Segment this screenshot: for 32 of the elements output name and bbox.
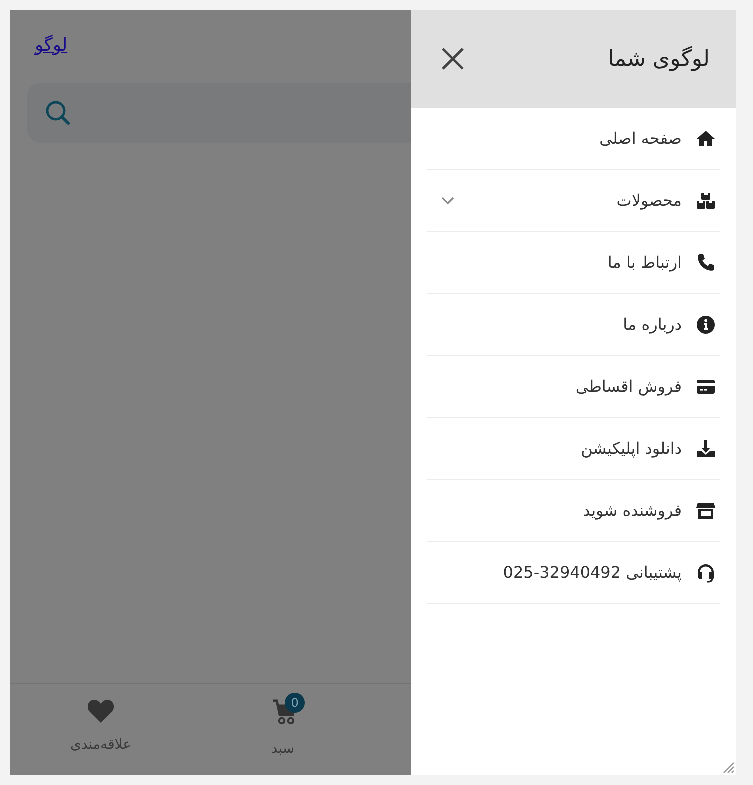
headset-icon <box>696 562 716 582</box>
menu-item-label: دانلود اپلیکیشن <box>581 438 682 460</box>
menu-item-label: فروش اقساطی <box>576 376 682 398</box>
cart-count-badge: 0 <box>285 693 305 713</box>
menu-item-label: ارتباط با ما <box>608 252 682 274</box>
boxes-icon <box>696 190 716 210</box>
menu-item[interactable]: صفحه اصلی <box>427 108 720 170</box>
nav-label: علاقه‌مندی <box>70 736 132 755</box>
menu-item[interactable]: محصولات <box>427 170 720 232</box>
menu-item[interactable]: دانلود اپلیکیشن <box>427 418 720 480</box>
resize-grip-icon[interactable] <box>721 760 735 774</box>
menu-item[interactable]: ارتباط با ما <box>427 232 720 294</box>
drawer-title: لوگوی شما <box>608 45 710 74</box>
info-icon <box>696 314 716 334</box>
menu-item[interactable]: فروش اقساطی <box>427 356 720 418</box>
menu-item[interactable]: درباره ما <box>427 294 720 356</box>
chevron-down-icon[interactable] <box>441 196 455 206</box>
search-field[interactable] <box>27 83 411 143</box>
store-icon <box>696 500 716 520</box>
heart-icon <box>87 698 115 724</box>
menu-item[interactable]: فروشنده شوید <box>427 480 720 542</box>
nav-label: سبد <box>271 740 295 759</box>
menu-item-label: فروشنده شوید <box>583 500 682 522</box>
close-icon[interactable] <box>441 47 465 71</box>
menu-item-label: درباره ما <box>623 314 682 336</box>
download-icon <box>696 438 716 458</box>
logo-link[interactable]: لوگو <box>35 35 68 56</box>
menu-item-label: محصولات <box>616 190 682 212</box>
phone-icon <box>696 252 716 272</box>
menu-item-label: صفحه اصلی <box>600 128 682 150</box>
house-icon <box>696 128 716 148</box>
search-icon <box>45 100 71 126</box>
